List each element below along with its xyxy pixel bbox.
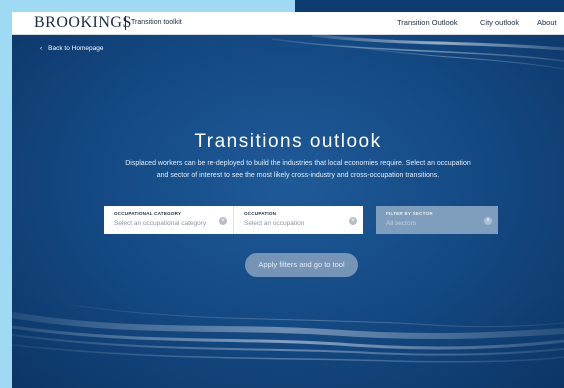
nav-city-outlook[interactable]: City outlook xyxy=(480,18,519,27)
brand-subtitle: Transition toolkit xyxy=(131,19,182,26)
left-accent-strip xyxy=(0,0,12,388)
site-header: BROOKINGS Transition toolkit Transition … xyxy=(12,12,564,35)
brand-divider xyxy=(125,16,126,30)
clear-icon[interactable]: × xyxy=(219,217,227,225)
nav-transition-outlook[interactable]: Transition Outlook xyxy=(397,18,458,27)
sector-filter-select[interactable]: FILTER BY SECTOR All sectors × xyxy=(376,206,498,234)
occupation-select[interactable]: OCCUPATION Select an occupation × xyxy=(234,206,363,234)
nav-about[interactable]: About xyxy=(537,18,557,27)
occupational-category-label: OCCUPATIONAL CATEGORY xyxy=(114,211,182,216)
sector-filter-value: All sectors xyxy=(386,220,416,227)
occupation-placeholder: Select an occupation xyxy=(244,220,305,227)
occupational-category-select[interactable]: OCCUPATIONAL CATEGORY Select an occupati… xyxy=(104,206,234,234)
back-to-homepage-link[interactable]: ‹ Back to Homepage xyxy=(40,45,103,52)
top-accent-strip xyxy=(0,0,295,12)
clear-icon[interactable]: × xyxy=(484,217,492,225)
page-description: Displaced workers can be re-deployed to … xyxy=(125,160,471,179)
chevron-left-icon: ‹ xyxy=(40,45,43,52)
apply-filters-button[interactable]: Apply filters and go to tool xyxy=(245,253,358,277)
occupational-category-placeholder: Select an occupational category xyxy=(114,220,207,227)
occupation-label: OCCUPATION xyxy=(244,211,277,216)
clear-icon[interactable]: × xyxy=(349,217,357,225)
hero-section: ‹ Back to Homepage Transitions outlook Di… xyxy=(12,35,564,388)
sector-filter-label: FILTER BY SECTOR xyxy=(386,211,433,216)
brand-logo[interactable]: BROOKINGS xyxy=(34,14,132,32)
back-link-label: Back to Homepage xyxy=(48,45,104,52)
page-title: Transitions outlook xyxy=(194,131,382,152)
